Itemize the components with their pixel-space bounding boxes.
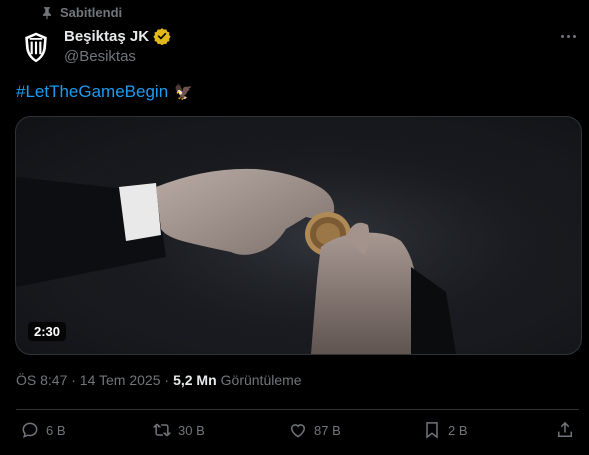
views-count: 5,2 Mn <box>173 372 217 388</box>
divider <box>16 409 579 410</box>
author-handle[interactable]: @Besiktas <box>64 48 136 65</box>
retweet-icon <box>152 423 172 437</box>
more-dot-icon <box>566 34 570 38</box>
views-label: Görüntüleme <box>220 372 302 388</box>
verified-badge-icon <box>153 28 171 45</box>
video-frame-image <box>16 117 581 354</box>
like-button[interactable]: 87 B <box>288 420 341 440</box>
eagle-emoji: 🦅 <box>174 84 193 101</box>
like-count: 87 B <box>314 422 341 438</box>
tweet-actions: 6 B 30 B 87 B 2 B <box>0 420 589 446</box>
reply-icon <box>22 422 38 438</box>
more-dot-icon <box>560 34 564 38</box>
tweet-meta: ÖS 8:47 · 14 Tem 2025 · 5,2 Mn Görüntüle… <box>16 372 302 388</box>
reply-button[interactable]: 6 B <box>20 420 66 440</box>
tweet-text: #LetTheGameBegin 🦅 <box>16 82 193 102</box>
retweet-count: 30 B <box>178 422 205 438</box>
author-display-name[interactable]: Beşiktaş JK <box>64 28 149 45</box>
hashtag-link[interactable]: #LetTheGameBegin <box>16 82 168 102</box>
avatar[interactable] <box>16 27 56 67</box>
bookmark-count: 2 B <box>448 422 468 438</box>
retweet-button[interactable]: 30 B <box>152 420 205 440</box>
besiktas-logo-icon <box>25 32 47 63</box>
share-button[interactable] <box>555 420 575 440</box>
more-options-button[interactable] <box>557 26 579 46</box>
pinned-indicator: Sabitlendi <box>40 5 122 20</box>
bookmark-button[interactable]: 2 B <box>422 420 468 440</box>
video-player[interactable] <box>15 116 582 355</box>
pinned-label: Sabitlendi <box>60 5 123 20</box>
tweet-timestamp[interactable]: ÖS 8:47 · 14 Tem 2025 · <box>16 372 169 388</box>
author-name-row[interactable]: Beşiktaş JK <box>64 27 171 45</box>
bookmark-icon <box>426 422 438 439</box>
video-duration-badge: 2:30 <box>28 322 67 341</box>
more-dot-icon <box>572 34 576 38</box>
share-icon <box>558 421 572 437</box>
reply-count: 6 B <box>46 422 66 438</box>
pin-icon <box>42 6 52 19</box>
heart-icon <box>290 424 306 438</box>
